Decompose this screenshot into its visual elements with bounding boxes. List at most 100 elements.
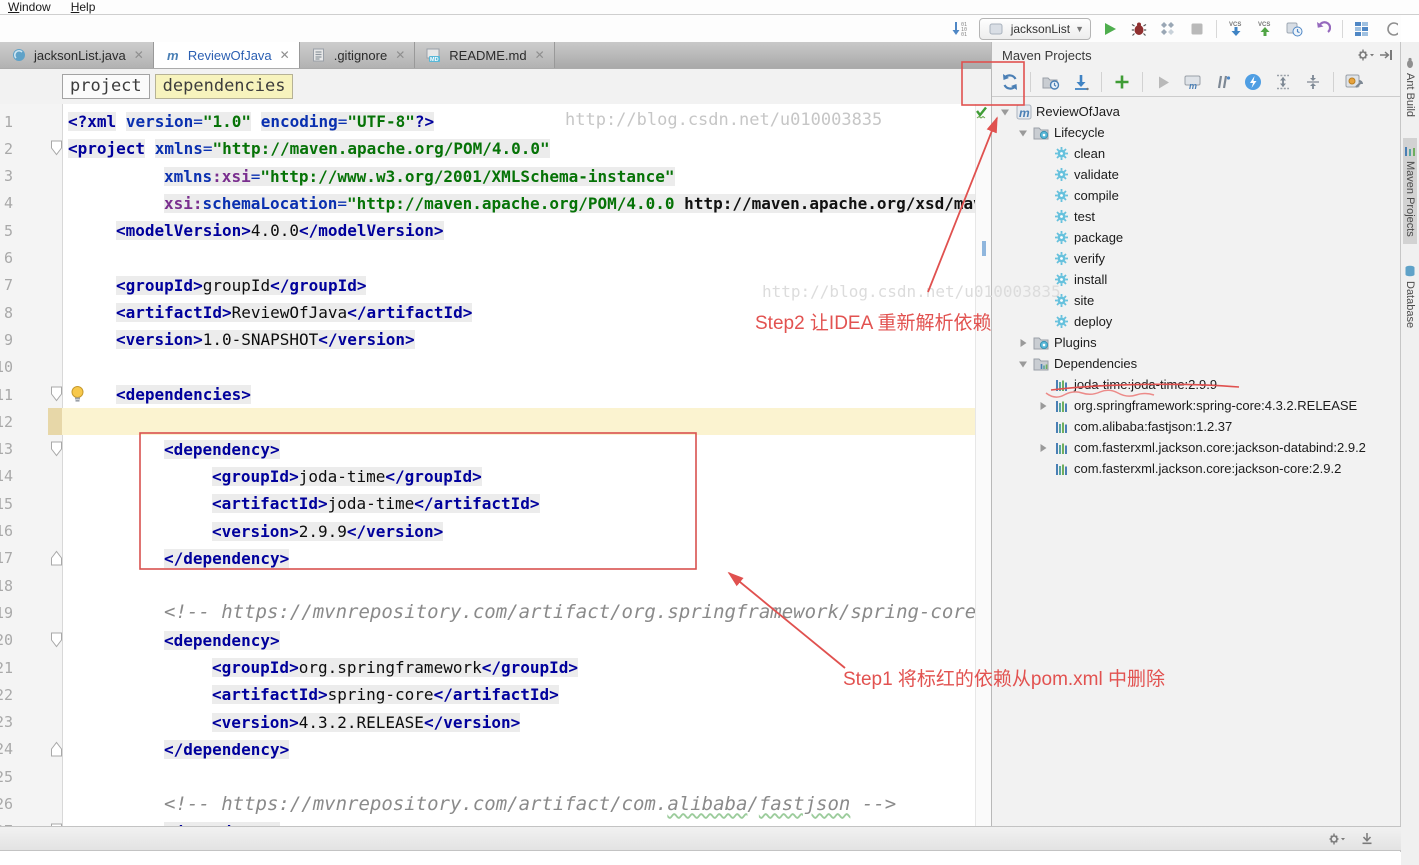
changes-icon[interactable] <box>1284 19 1304 39</box>
tool-window-tab-ant-build[interactable]: Ant Build <box>1403 50 1417 124</box>
maven-tree-item[interactable]: com.alibaba:fastjson:1.2.37 <box>992 416 1402 437</box>
maven-settings-icon[interactable] <box>1344 72 1364 92</box>
tab-reviewofjava[interactable]: mReviewOfJava✕ <box>154 42 300 68</box>
vcs-update-icon[interactable]: VCS <box>1226 19 1246 39</box>
expander-down-icon[interactable] <box>1016 126 1029 139</box>
editor-scrollbar[interactable] <box>975 104 991 826</box>
code-line[interactable]: <dependency> <box>164 627 280 654</box>
code-line[interactable]: xmlns:xsi="http://www.w3.org/2001/XMLSch… <box>164 163 675 190</box>
code-line[interactable]: </dependency> <box>164 736 289 763</box>
maven-tree-item[interactable]: compile <box>992 185 1402 206</box>
fold-marker-icon[interactable] <box>50 441 63 457</box>
minimize-icon[interactable] <box>1357 829 1377 849</box>
maven-tree-item[interactable]: deploy <box>992 311 1402 332</box>
breadcrumb-dependencies[interactable]: dependencies <box>155 74 294 99</box>
maven-tree-item[interactable]: verify <box>992 248 1402 269</box>
code-line[interactable]: <!-- https://mvnrepository.com/artifact/… <box>164 791 896 818</box>
rollback-icon[interactable] <box>1313 19 1333 39</box>
code-line[interactable]: <groupId>joda-time</groupId> <box>212 463 482 490</box>
expander-right-icon[interactable] <box>1036 399 1049 412</box>
code-line[interactable]: <artifactId>joda-time</artifactId> <box>212 490 540 517</box>
tool-window-tab-database[interactable]: Database <box>1403 258 1417 335</box>
maven-tree-item[interactable]: com.fasterxml.jackson.core:jackson-core:… <box>992 458 1402 479</box>
vcs-commit-icon[interactable]: VCS <box>1255 19 1275 39</box>
expander-right-icon[interactable] <box>1016 336 1029 349</box>
menu-window[interactable]: Window <box>8 0 51 14</box>
download-sources-icon[interactable] <box>1071 72 1091 92</box>
menu-help[interactable]: Help <box>71 0 96 14</box>
code-line[interactable]: <project xmlns="http://maven.apache.org/… <box>68 135 550 162</box>
hide-icon[interactable] <box>1376 45 1396 65</box>
tree-item-label: site <box>1074 293 1094 308</box>
generate-sources-icon[interactable] <box>1041 72 1061 92</box>
inspection-ok-icon[interactable] <box>975 106 988 123</box>
gear-icon[interactable] <box>1356 45 1376 65</box>
skip-tests-icon[interactable] <box>1213 72 1233 92</box>
code-line[interactable]: <version>4.3.2.RELEASE</version> <box>212 709 520 736</box>
collapse-all-icon[interactable] <box>1303 72 1323 92</box>
maven-tree-item[interactable]: Dependencies <box>992 353 1402 374</box>
debug-icon[interactable] <box>1129 19 1149 39</box>
fold-marker-icon[interactable] <box>50 386 63 402</box>
expander-placeholder <box>1036 231 1049 244</box>
fold-marker-icon[interactable] <box>50 140 63 156</box>
search-icon[interactable] <box>1381 19 1401 39</box>
run-maven-icon[interactable]: m <box>1183 72 1203 92</box>
code-line[interactable]: <artifactId>spring-core</artifactId> <box>212 681 559 708</box>
code-line[interactable]: <dependency> <box>164 818 280 826</box>
code-line[interactable]: <?xml version="1.0" encoding="UTF-8"?> <box>68 108 434 135</box>
tab--gitignore[interactable]: .gitignore✕ <box>300 42 416 68</box>
offline-icon[interactable] <box>1243 72 1263 92</box>
maven-tree-item[interactable]: com.fasterxml.jackson.core:jackson-datab… <box>992 437 1402 458</box>
gear-icon[interactable] <box>1327 829 1347 849</box>
code-line[interactable]: <version>1.0-SNAPSHOT</version> <box>116 326 415 353</box>
sort-lines-icon[interactable]: 011001 <box>950 19 970 39</box>
code-line[interactable]: xsi:schemaLocation="http://maven.apache.… <box>164 190 991 217</box>
stop-icon[interactable] <box>1187 19 1207 39</box>
expand-all-icon[interactable] <box>1273 72 1293 92</box>
fold-marker-icon[interactable] <box>50 550 63 566</box>
code-line[interactable]: <groupId>groupId</groupId> <box>116 272 366 299</box>
expander-right-icon[interactable] <box>1036 441 1049 454</box>
intention-bulb-icon[interactable] <box>70 385 85 403</box>
code-line[interactable]: <dependencies> <box>116 381 251 408</box>
run-icon[interactable] <box>1100 19 1120 39</box>
expander-down-icon[interactable] <box>1016 357 1029 370</box>
run-goal-icon[interactable] <box>1153 72 1173 92</box>
coverage-icon[interactable] <box>1158 19 1178 39</box>
fold-marker-icon[interactable] <box>50 741 63 757</box>
code-token: / <box>747 793 758 815</box>
maven-tree-item[interactable]: joda-time:joda-time:2.9.9 <box>992 374 1402 395</box>
maven-tree-item[interactable]: Plugins <box>992 332 1402 353</box>
expander-down-icon[interactable] <box>998 105 1011 118</box>
code-line[interactable]: <groupId>org.springframework</groupId> <box>212 654 578 681</box>
editor[interactable]: 1234567891011121314151617181920212223242… <box>0 104 991 826</box>
code-line[interactable]: <!-- https://mvnrepository.com/artifact/… <box>164 599 991 626</box>
close-icon[interactable]: ✕ <box>395 48 405 62</box>
maven-tree-item[interactable]: clean <box>992 143 1402 164</box>
maven-tree-item[interactable]: test <box>992 206 1402 227</box>
code-line[interactable]: <version>2.9.9</version> <box>212 518 443 545</box>
maven-tree-item[interactable]: package <box>992 227 1402 248</box>
code-line[interactable]: <modelVersion>4.0.0</modelVersion> <box>116 217 444 244</box>
add-icon[interactable] <box>1112 72 1132 92</box>
code-token: = <box>338 112 348 131</box>
maven-tree-item[interactable]: org.springframework:spring-core:4.3.2.RE… <box>992 395 1402 416</box>
close-icon[interactable]: ✕ <box>280 48 290 62</box>
run-configuration-select[interactable]: jacksonList▼ <box>979 18 1091 40</box>
breadcrumb-project[interactable]: project <box>62 74 150 99</box>
code-line[interactable]: </dependency> <box>164 545 289 572</box>
code-line[interactable]: <artifactId>ReviewOfJava</artifactId> <box>116 299 472 326</box>
code-line[interactable]: <dependency> <box>164 436 280 463</box>
tool-window-tab-maven-projects[interactable]: Maven Projects <box>1403 138 1417 244</box>
tab-readme-md[interactable]: MDREADME.md✕ <box>415 42 554 68</box>
data-grid-icon[interactable] <box>1352 19 1372 39</box>
fold-marker-icon[interactable] <box>50 632 63 648</box>
close-icon[interactable]: ✕ <box>535 48 545 62</box>
close-icon[interactable]: ✕ <box>134 48 144 62</box>
tab-jacksonlist-java[interactable]: jacksonList.java✕ <box>0 42 154 68</box>
maven-tree-item[interactable]: Lifecycle <box>992 122 1402 143</box>
reimport-icon[interactable] <box>1000 72 1020 92</box>
maven-tree-item[interactable]: validate <box>992 164 1402 185</box>
maven-tree-item[interactable]: mReviewOfJava <box>992 101 1402 122</box>
